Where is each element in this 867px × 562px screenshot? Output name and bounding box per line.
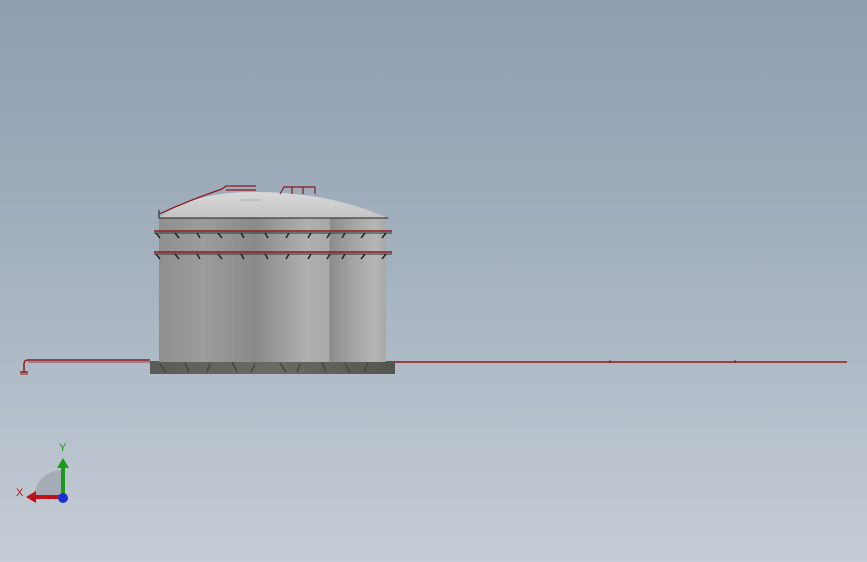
y-axis-label: Y (59, 442, 67, 454)
y-axis-arrowhead (57, 458, 69, 468)
triad-graphic (26, 458, 69, 503)
orientation-triad[interactable]: Y X (12, 440, 82, 510)
triad-plane (34, 470, 62, 498)
3d-viewport[interactable]: Y X (0, 0, 867, 562)
x-axis-label: X (16, 487, 24, 499)
tank-foundation (150, 361, 395, 374)
pipeline (20, 359, 847, 375)
z-axis-dot (58, 493, 68, 503)
x-axis-arrowhead (26, 491, 36, 503)
tank-dome-roof (159, 192, 388, 219)
storage-tank-body (159, 218, 386, 362)
model-scene[interactable] (0, 0, 867, 562)
